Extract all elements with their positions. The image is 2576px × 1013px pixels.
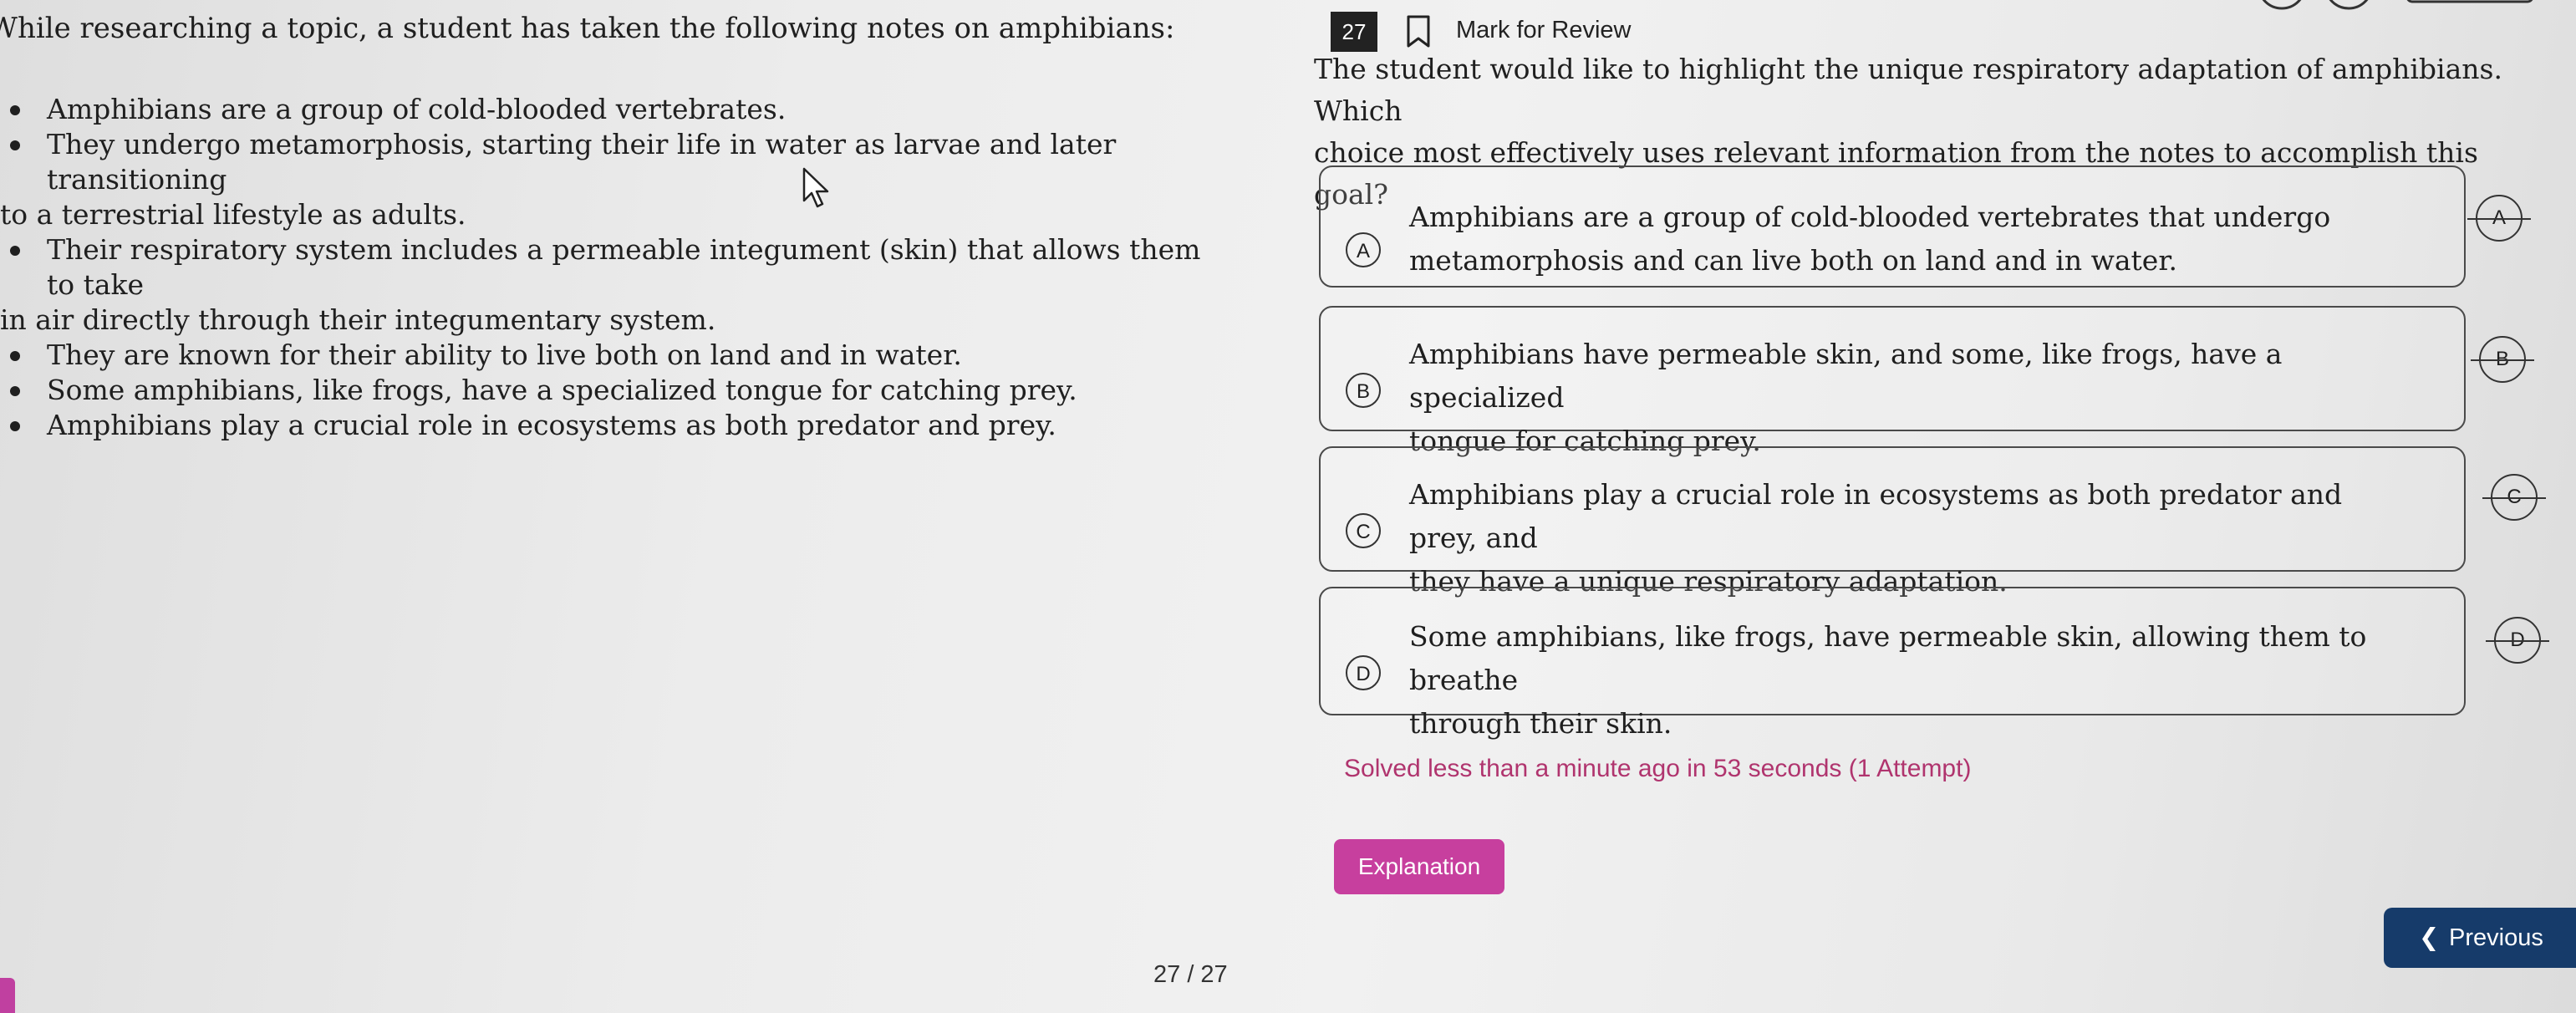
list-item: They undergo metamorphosis, starting the… bbox=[0, 127, 1220, 232]
question-page: While researching a topic, a student has… bbox=[0, 0, 2576, 1013]
bullet-icon bbox=[10, 351, 20, 361]
choice-text-a: Amphibians are a group of cold-blooded v… bbox=[1409, 201, 2331, 277]
notes-list: Amphibians are a group of cold-blooded v… bbox=[0, 92, 1220, 443]
choice-letter-d: D bbox=[1346, 655, 1381, 690]
timer-icon bbox=[2262, 0, 2302, 10]
list-item-continuation: to a terrestrial lifestyle as adults. bbox=[0, 198, 466, 231]
list-item: Their respiratory system includes a perm… bbox=[0, 232, 1220, 338]
list-item-continuation: in air directly through their integument… bbox=[0, 303, 716, 336]
mark-for-review-button[interactable]: Mark for Review bbox=[1456, 13, 1632, 47]
strikethrough-c-button[interactable]: C bbox=[2482, 474, 2546, 521]
strikethrough-d-button[interactable]: D bbox=[2486, 617, 2549, 664]
list-item: Amphibians are a group of cold-blooded v… bbox=[0, 92, 1220, 127]
choice-text-c: Amphibians play a crucial role in ecosys… bbox=[1409, 478, 2343, 598]
answer-choice-a[interactable]: A Amphibians are a group of cold-blooded… bbox=[1319, 165, 2466, 288]
explanation-button[interactable]: Explanation bbox=[1334, 839, 1504, 894]
timer-display bbox=[2406, 0, 2533, 3]
question-number-badge: 27 bbox=[1331, 12, 1377, 52]
choice-text-b: Amphibians have permeable skin, and some… bbox=[1409, 338, 2283, 457]
previous-button-label: Previous bbox=[2449, 924, 2543, 951]
mouse-cursor-icon bbox=[802, 167, 829, 208]
calculator-icon bbox=[2329, 0, 2369, 10]
choice-letter-b: B bbox=[1346, 373, 1381, 408]
bullet-icon bbox=[10, 421, 20, 431]
bullet-icon bbox=[10, 386, 20, 396]
page-counter: 27 / 27 bbox=[1153, 961, 1228, 988]
bookmark-icon[interactable] bbox=[1406, 15, 1431, 48]
bullet-icon bbox=[10, 105, 20, 115]
choice-letter-c: C bbox=[1346, 513, 1381, 548]
list-item: They are known for their ability to live… bbox=[0, 338, 1220, 373]
chevron-left-icon: ❮ bbox=[2419, 924, 2440, 951]
choice-text-d: Some amphibians, like frogs, have permea… bbox=[1409, 620, 2367, 740]
list-item: Amphibians play a crucial role in ecosys… bbox=[0, 408, 1220, 443]
answer-choice-b[interactable]: B Amphibians have permeable skin, and so… bbox=[1319, 306, 2466, 457]
strikethrough-a-button[interactable]: A bbox=[2467, 195, 2531, 242]
corner-indicator bbox=[2558, 991, 2576, 1013]
answer-choice-c[interactable]: C Amphibians play a crucial role in ecos… bbox=[1319, 446, 2466, 598]
list-item: Some amphibians, like frogs, have a spec… bbox=[0, 373, 1220, 408]
bullet-icon bbox=[10, 140, 20, 150]
top-tools-icons[interactable] bbox=[2248, 0, 2566, 13]
strikethrough-b-button[interactable]: B bbox=[2471, 336, 2534, 383]
answer-choice-d[interactable]: D Some amphibians, like frogs, have perm… bbox=[1319, 587, 2466, 740]
previous-button[interactable]: ❮ Previous bbox=[2384, 908, 2576, 968]
solved-status: Solved less than a minute ago in 53 seco… bbox=[1344, 755, 1972, 782]
bullet-icon bbox=[10, 246, 20, 256]
choice-letter-a: A bbox=[1346, 232, 1381, 267]
left-accent-tab[interactable] bbox=[0, 978, 15, 1013]
passage-intro: While researching a topic, a student has… bbox=[0, 12, 1175, 45]
